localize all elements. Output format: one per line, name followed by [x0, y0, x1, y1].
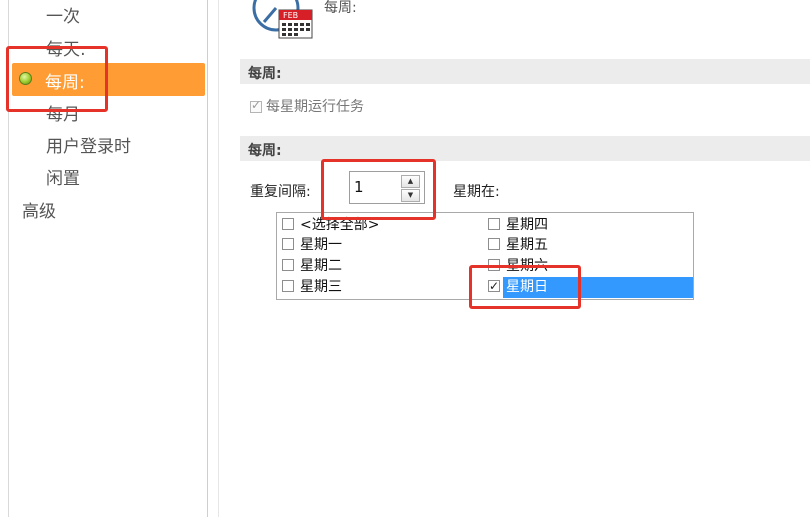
nav-item-at-logon[interactable]: 用户登录时: [46, 132, 131, 157]
nav-item-advanced[interactable]: 高级: [22, 197, 56, 222]
checkbox-icon: [488, 218, 500, 230]
nav-divider: [207, 0, 208, 517]
checkbox-icon: [250, 98, 262, 113]
annotation-box-weekly: [6, 46, 108, 112]
checkbox-icon: [282, 238, 294, 250]
nav-item-idle[interactable]: 闲置: [46, 164, 80, 189]
annotation-box-sunday: [469, 265, 581, 309]
annotation-box-interval: [321, 159, 436, 220]
nav-item-once[interactable]: 一次: [46, 2, 80, 27]
day-friday[interactable]: 星期五: [488, 236, 548, 255]
day-monday[interactable]: 星期一: [282, 236, 342, 255]
checkbox-icon: [282, 218, 294, 230]
section-title: 每周:: [248, 143, 282, 159]
calendar-badge-text: FEB: [283, 11, 298, 20]
day-tuesday[interactable]: 星期二: [282, 257, 342, 276]
trigger-type-label: 每周:: [324, 0, 357, 16]
day-wednesday[interactable]: 星期三: [282, 278, 342, 297]
repeat-interval-label: 重复间隔:: [250, 184, 311, 200]
day-label: 星期三: [300, 279, 342, 295]
run-every-week-checkbox[interactable]: 每星期运行任务: [250, 96, 364, 116]
checkbox-icon: [488, 238, 500, 250]
day-label: 星期一: [300, 237, 342, 253]
weekday-on-label: 星期在:: [453, 184, 500, 200]
section-title: 每周:: [248, 66, 282, 82]
day-label: 星期四: [506, 217, 548, 233]
section-header-schedule: 每周:: [240, 136, 810, 161]
day-label: 星期五: [506, 237, 548, 253]
content-divider: [218, 0, 219, 517]
checkbox-icon: [282, 259, 294, 271]
checkbox-icon: [282, 280, 294, 292]
day-thursday[interactable]: 星期四: [488, 216, 548, 235]
run-every-week-label: 每星期运行任务: [266, 99, 364, 115]
day-label: 星期二: [300, 258, 342, 274]
section-header-weekly: 每周:: [240, 59, 810, 84]
calendar-clock-icon: FEB: [250, 0, 316, 42]
